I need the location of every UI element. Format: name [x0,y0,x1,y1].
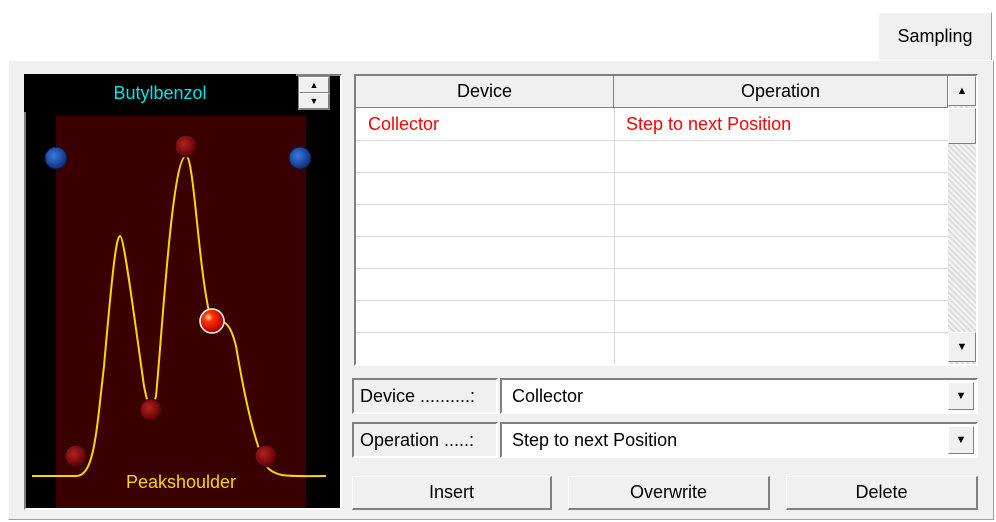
column-header-operation[interactable]: Operation [614,76,948,108]
device-select-value: Collector [512,385,584,406]
overwrite-button-label: Overwrite [629,482,707,502]
row-divider [356,172,948,173]
operation-select[interactable]: Step to next Position ▼ [500,422,978,458]
compound-spinner[interactable]: ▲ ▼ [298,76,330,110]
compound-name: Butylbenzol [24,74,296,112]
chevron-down-icon: ▼ [955,390,967,402]
delete-button[interactable]: Delete [786,476,978,510]
triangle-down-icon: ▼ [309,95,319,106]
compound-label: Butylbenzol [113,82,207,103]
chromatogram-plot: Peakshoulder [32,116,327,508]
active-event-marker[interactable] [199,308,225,334]
peak-marker[interactable] [174,134,198,158]
row-divider [356,300,948,301]
operation-label-text: Operation .....: [360,429,475,450]
baseline-marker[interactable] [288,146,312,170]
device-label: Device ..........: [352,378,498,414]
row-divider [356,204,948,205]
peak-marker[interactable] [64,444,88,468]
peak-marker[interactable] [139,398,163,422]
column-header-device[interactable]: Device [356,76,614,108]
sampling-table[interactable]: Device Operation Collector Step to next … [354,74,978,366]
overwrite-button[interactable]: Overwrite [568,476,770,510]
scroll-thumb[interactable] [948,108,976,144]
operation-label: Operation .....: [352,422,498,458]
operation-dropdown-button[interactable]: ▼ [948,426,974,454]
insert-button[interactable]: Insert [352,476,552,510]
scroll-down-button[interactable]: ▼ [948,332,976,362]
spinner-down-button[interactable]: ▼ [299,93,329,109]
device-dropdown-button[interactable]: ▼ [948,382,974,410]
scroll-up-button[interactable]: ▲ [948,76,976,106]
row-divider [356,332,948,333]
row-divider [356,236,948,237]
tab-label: Sampling [897,26,973,46]
row-divider [356,140,948,141]
delete-button-label: Delete [855,482,908,502]
triangle-down-icon: ▼ [956,341,968,353]
device-select[interactable]: Collector ▼ [500,378,978,414]
table-cell-operation[interactable]: Step to next Position [626,108,946,140]
event-label: Peakshoulder [126,472,236,492]
triangle-up-icon: ▲ [956,85,968,97]
table-cell-device[interactable]: Collector [368,108,608,140]
insert-button-label: Insert [428,482,475,502]
table-scrollbar[interactable]: ▲ ▼ [948,76,976,364]
row-divider [356,268,948,269]
tab-sampling[interactable]: Sampling [878,12,992,60]
spinner-up-button[interactable]: ▲ [299,77,329,93]
chevron-down-icon: ▼ [955,434,967,446]
triangle-up-icon: ▲ [309,79,319,90]
header-label: Device [456,81,513,101]
operation-select-value: Step to next Position [512,429,678,450]
baseline-marker[interactable] [44,146,68,170]
header-label: Operation [740,81,821,101]
peak-marker[interactable] [254,444,278,468]
device-label-text: Device ..........: [360,385,476,406]
